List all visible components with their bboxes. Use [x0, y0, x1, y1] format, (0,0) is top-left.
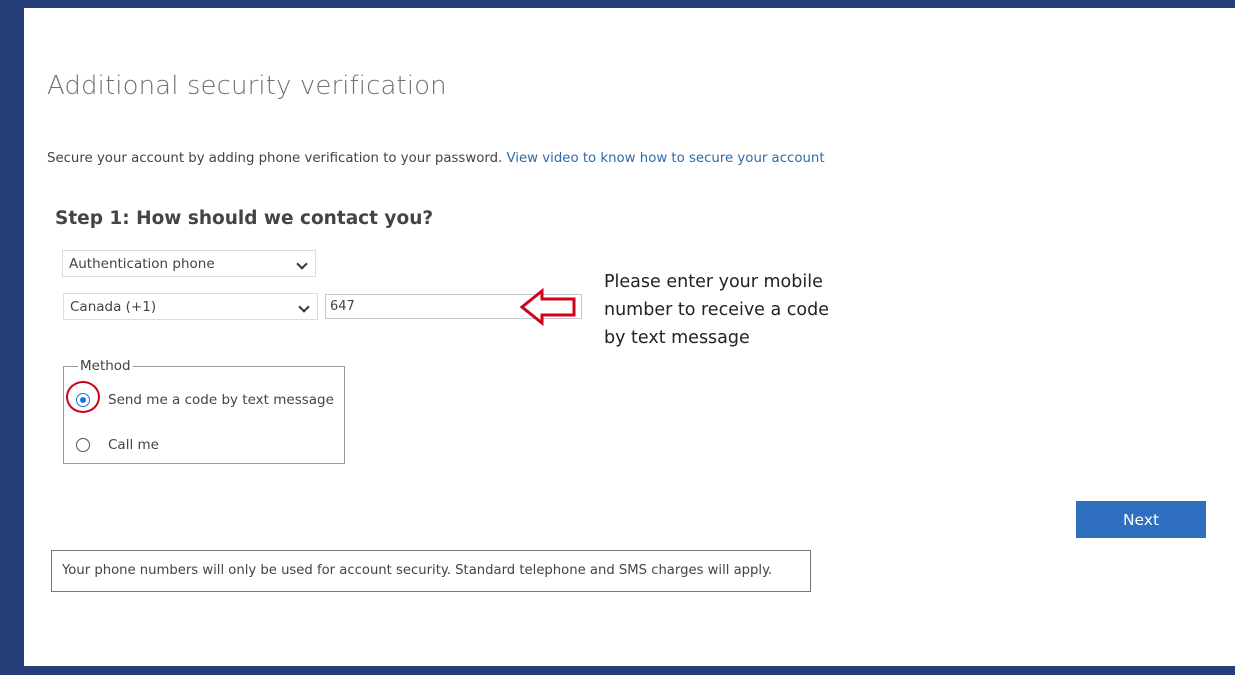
phone-number-value: 647	[330, 299, 355, 314]
instruction-note: Please enter your mobile number to recei…	[604, 272, 829, 348]
disclaimer-box: Your phone numbers will only be used for…	[51, 550, 811, 592]
chevron-down-icon	[296, 258, 308, 270]
intro-description: Secure your account by adding phone veri…	[47, 151, 503, 166]
step-title: Step 1: How should we contact you?	[55, 208, 434, 229]
radio-call-me[interactable]	[76, 438, 90, 452]
page-title: Additional security verification	[47, 71, 447, 101]
chevron-down-icon	[298, 301, 310, 313]
contact-method-select[interactable]: Authentication phone	[62, 250, 316, 277]
method-option-label: Send me a code by text message	[108, 392, 334, 408]
next-button[interactable]: Next	[1076, 501, 1206, 538]
contact-method-value: Authentication phone	[69, 256, 215, 272]
highlight-circle	[66, 381, 100, 413]
country-select[interactable]: Canada (+1)	[63, 293, 318, 320]
method-option-label: Call me	[108, 437, 159, 453]
intro-text: Secure your account by adding phone veri…	[47, 151, 825, 166]
country-value: Canada (+1)	[70, 299, 157, 315]
method-option-call[interactable]: Call me	[76, 437, 159, 453]
method-option-text[interactable]: Send me a code by text message	[76, 392, 334, 408]
method-legend: Method	[80, 358, 131, 374]
left-arrow-icon	[520, 287, 576, 327]
video-link[interactable]: View video to know how to secure your ac…	[507, 151, 825, 166]
